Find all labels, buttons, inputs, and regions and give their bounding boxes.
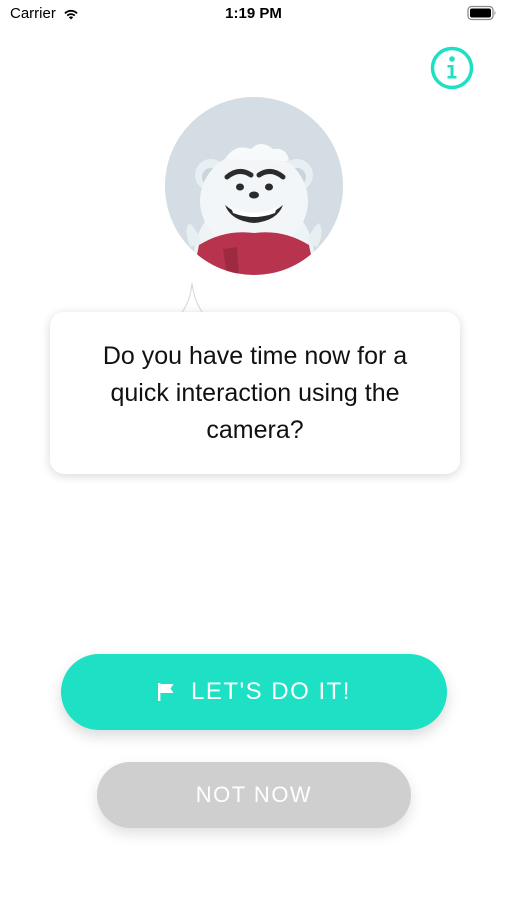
battery-icon: [467, 5, 496, 21]
prompt-question: Do you have time now for a quick interac…: [102, 341, 408, 444]
lets-do-it-label: LET'S DO IT!: [191, 678, 351, 705]
camera-prompt-screen: Carrier 1:19 PM Do you have time now for…: [0, 0, 507, 900]
polar-bear-mascot-icon: [165, 97, 343, 275]
lets-do-it-button[interactable]: LET'S DO IT!: [61, 654, 447, 730]
status-time: 1:19 PM: [225, 5, 282, 22]
status-bar: Carrier 1:19 PM: [0, 0, 507, 28]
not-now-label: NOT NOW: [195, 782, 313, 807]
flag-icon: [158, 683, 174, 701]
mascot-avatar: [165, 97, 343, 275]
info-icon[interactable]: [430, 46, 474, 90]
speech-bubble: Do you have time now for a quick interac…: [50, 312, 460, 474]
not-now-button[interactable]: NOT NOW: [97, 762, 411, 828]
